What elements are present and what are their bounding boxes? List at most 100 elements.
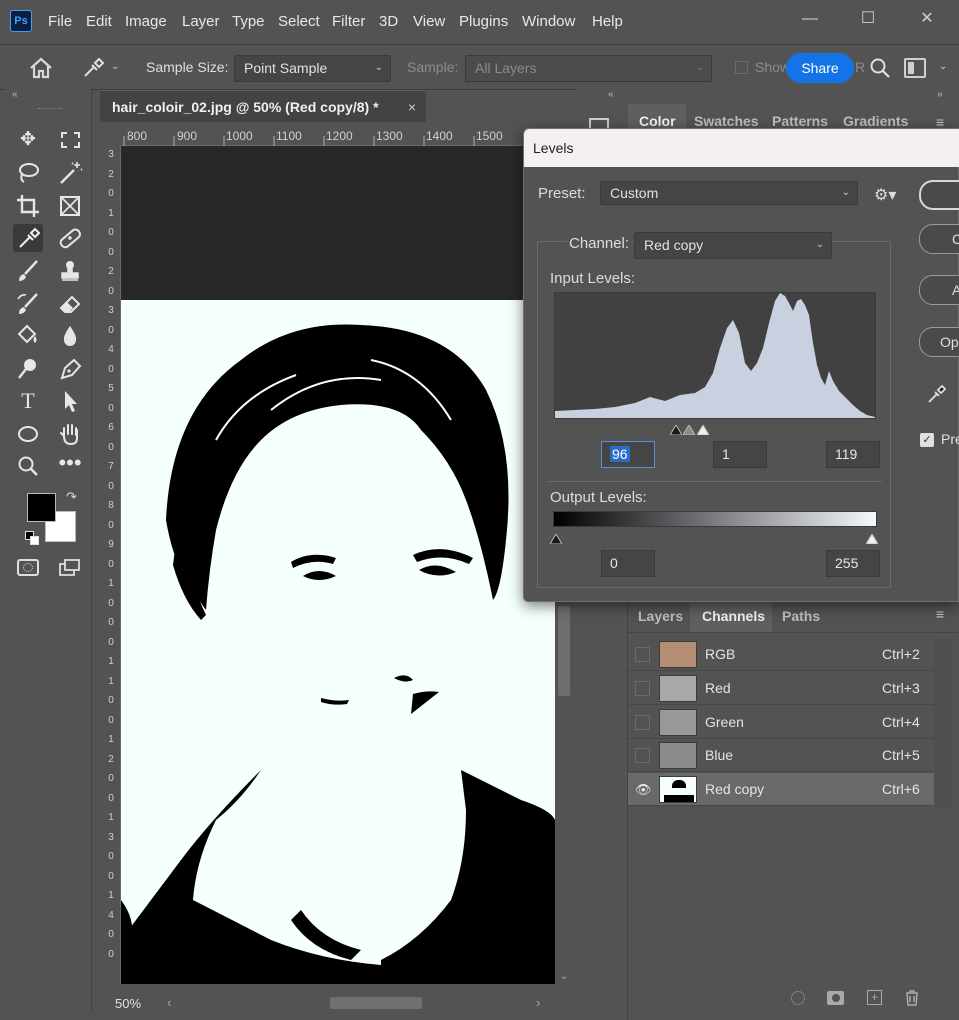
- menu-plugins[interactable]: Plugins: [459, 13, 508, 30]
- tab-channels[interactable]: Channels: [702, 608, 765, 624]
- type-tool-icon[interactable]: T: [13, 387, 43, 415]
- menu-file[interactable]: File: [48, 13, 72, 30]
- expand-panels-icon[interactable]: »: [937, 89, 943, 100]
- load-selection-icon[interactable]: [791, 991, 805, 1005]
- default-colors-icon[interactable]: [25, 531, 39, 545]
- black-point-slider-icon[interactable]: [669, 422, 683, 436]
- menu-type[interactable]: Type: [232, 13, 265, 30]
- hand-tool-icon[interactable]: [55, 420, 85, 448]
- visibility-toggle[interactable]: [635, 647, 650, 662]
- lasso-tool-icon[interactable]: [13, 159, 43, 187]
- menu-filter[interactable]: Filter: [332, 13, 365, 30]
- output-black-field[interactable]: 0: [601, 550, 655, 577]
- document-tab[interactable]: hair_coloir_02.jpg @ 50% (Red copy/8) * …: [100, 90, 426, 122]
- options-button[interactable]: Op: [919, 327, 959, 357]
- workspace-chevron-icon[interactable]: ⌄: [939, 61, 947, 72]
- channel-row-red[interactable]: Red Ctrl+3: [628, 672, 934, 705]
- frame-tool-icon[interactable]: [55, 192, 85, 220]
- swap-colors-icon[interactable]: ↷: [66, 489, 77, 505]
- visibility-toggle[interactable]: [635, 681, 650, 696]
- eraser-tool-icon[interactable]: [55, 290, 85, 318]
- gamma-slider-icon[interactable]: [682, 422, 696, 436]
- menu-image[interactable]: Image: [125, 13, 167, 30]
- menu-window[interactable]: Window: [522, 13, 575, 30]
- blur-tool-icon[interactable]: [55, 322, 85, 350]
- scroll-left-icon[interactable]: ‹: [167, 995, 171, 1010]
- input-gamma-field[interactable]: 1: [713, 441, 767, 468]
- menu-layer[interactable]: Layer: [182, 13, 220, 30]
- trash-icon[interactable]: [904, 989, 920, 1006]
- panel-grip[interactable]: [38, 108, 62, 111]
- channel-row-red-copy[interactable]: 👁 Red copy Ctrl+6: [628, 773, 934, 806]
- document-image[interactable]: [121, 300, 555, 984]
- menu-3d[interactable]: 3D: [379, 13, 398, 30]
- healing-brush-tool-icon[interactable]: [55, 224, 85, 252]
- menu-edit[interactable]: Edit: [86, 13, 112, 30]
- clone-stamp-tool-icon[interactable]: [55, 257, 85, 285]
- maximize-icon[interactable]: ☐: [853, 8, 883, 30]
- visibility-toggle[interactable]: [635, 748, 650, 763]
- output-white-slider-icon[interactable]: [865, 531, 879, 545]
- tab-color[interactable]: Color: [639, 113, 676, 129]
- ellipse-tool-icon[interactable]: [13, 420, 43, 448]
- home-icon[interactable]: [26, 55, 56, 81]
- horizontal-scrollbar-thumb[interactable]: [330, 997, 422, 1009]
- search-icon[interactable]: [868, 56, 892, 80]
- eyedropper-tool-icon[interactable]: [13, 224, 43, 252]
- channel-row-blue[interactable]: Blue Ctrl+5: [628, 739, 934, 772]
- dodge-tool-icon[interactable]: [13, 355, 43, 383]
- path-selection-tool-icon[interactable]: [55, 387, 85, 415]
- close-document-icon[interactable]: ×: [408, 91, 416, 123]
- paint-bucket-tool-icon[interactable]: [13, 322, 43, 350]
- eyedropper-tool-preset-icon[interactable]: [80, 56, 106, 80]
- preset-options-gear-icon[interactable]: ⚙▾: [874, 185, 896, 205]
- history-brush-tool-icon[interactable]: [13, 290, 43, 318]
- pen-tool-icon[interactable]: [55, 355, 85, 383]
- output-black-slider-icon[interactable]: [549, 531, 563, 545]
- levels-title[interactable]: Levels: [524, 129, 959, 167]
- tab-gradients[interactable]: Gradients: [843, 113, 908, 129]
- foreground-color-swatch-front[interactable]: [27, 493, 56, 522]
- ok-button[interactable]: [919, 180, 959, 210]
- menu-view[interactable]: View: [413, 13, 445, 30]
- crop-tool-icon[interactable]: [13, 192, 43, 220]
- input-black-field[interactable]: 96: [601, 441, 655, 468]
- sample-size-select[interactable]: Point Sample ⌄: [234, 55, 391, 82]
- close-window-icon[interactable]: ✕: [912, 8, 942, 30]
- auto-button[interactable]: A: [919, 275, 959, 305]
- brush-tool-icon[interactable]: [13, 257, 43, 285]
- white-point-slider-icon[interactable]: [696, 422, 710, 436]
- share-button[interactable]: Share: [786, 53, 854, 83]
- channels-menu-icon[interactable]: ≡: [936, 606, 944, 622]
- more-tools-icon[interactable]: •••: [55, 452, 85, 480]
- minimize-icon[interactable]: —: [795, 8, 825, 30]
- save-selection-icon[interactable]: [827, 991, 844, 1005]
- collapse-panels-icon[interactable]: «: [608, 89, 614, 100]
- tab-swatches[interactable]: Swatches: [694, 113, 759, 129]
- tab-patterns[interactable]: Patterns: [772, 113, 828, 129]
- channel-row-rgb[interactable]: RGB Ctrl+2: [628, 638, 934, 671]
- scroll-down-icon[interactable]: ⌄: [560, 971, 568, 982]
- channel-row-green[interactable]: Green Ctrl+4: [628, 706, 934, 739]
- tool-preset-chevron-icon[interactable]: ⌄: [111, 61, 119, 72]
- output-white-field[interactable]: 255: [826, 550, 880, 577]
- visibility-toggle[interactable]: [635, 715, 650, 730]
- preset-select[interactable]: Custom ⌄: [600, 181, 858, 205]
- eye-icon[interactable]: 👁: [635, 782, 652, 797]
- zoom-tool-icon[interactable]: [13, 452, 43, 480]
- zoom-level[interactable]: 50%: [115, 996, 141, 1011]
- tab-layers[interactable]: Layers: [638, 608, 683, 624]
- tab-paths[interactable]: Paths: [782, 608, 820, 624]
- quick-mask-icon[interactable]: [17, 559, 39, 576]
- history-panel-icon[interactable]: [589, 118, 609, 128]
- menu-help[interactable]: Help: [592, 13, 623, 30]
- workspace-icon[interactable]: [904, 58, 926, 78]
- scroll-right-icon[interactable]: ›: [536, 995, 540, 1010]
- magic-wand-tool-icon[interactable]: [55, 159, 85, 187]
- menu-select[interactable]: Select: [278, 13, 320, 30]
- marquee-tool-icon[interactable]: [55, 126, 85, 154]
- show-sampling-ring-checkbox[interactable]: [735, 61, 748, 74]
- set-black-point-eyedropper-icon[interactable]: [926, 383, 948, 405]
- channel-select[interactable]: Red copy ⌄: [634, 232, 832, 259]
- preview-checkbox[interactable]: ✓: [920, 433, 934, 447]
